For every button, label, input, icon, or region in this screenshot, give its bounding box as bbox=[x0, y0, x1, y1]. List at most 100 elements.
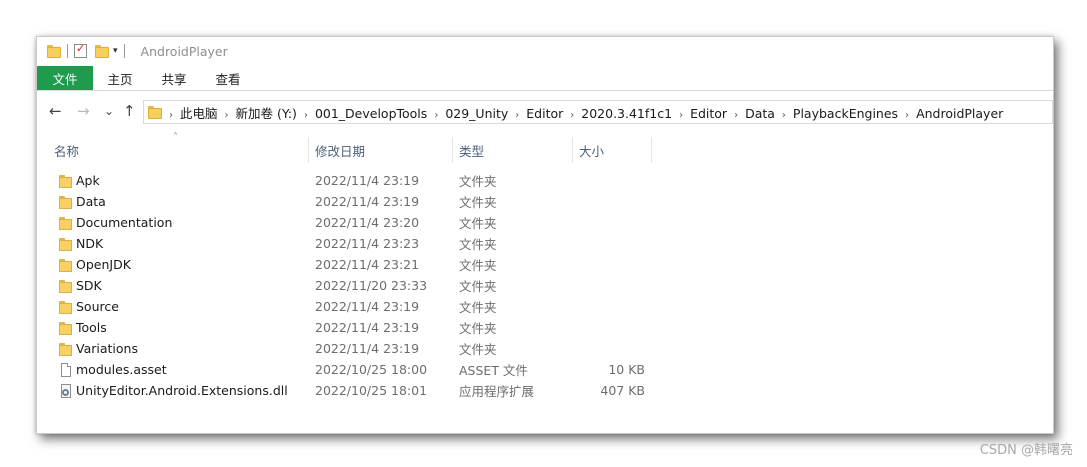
breadcrumb-chevron-icon[interactable]: › bbox=[225, 110, 229, 121]
tab-file[interactable]: 文件 bbox=[37, 66, 93, 90]
file-size bbox=[577, 212, 645, 233]
folder-icon bbox=[148, 105, 162, 119]
explorer-window: ▾ AndroidPlayer 文件 主页 共享 查看 ← → ⌄ ↑ › 此电脑… bbox=[36, 36, 1054, 434]
file-date: 2022/11/4 23:19 bbox=[315, 299, 420, 314]
file-name: modules.asset bbox=[76, 362, 167, 377]
tab-share[interactable]: 共享 bbox=[147, 66, 201, 90]
column-header: ˄ 名称 修改日期 类型 大小 bbox=[37, 132, 1053, 163]
folder-icon bbox=[47, 44, 61, 58]
column-divider[interactable] bbox=[572, 137, 573, 163]
breadcrumb-item[interactable]: PlaybackEngines bbox=[793, 106, 898, 121]
file-row[interactable]: Source 2022/11/4 23:19 文件夹 bbox=[37, 296, 1053, 317]
file-type: 文件夹 bbox=[459, 300, 497, 315]
file-row[interactable]: OpenJDK 2022/11/4 23:21 文件夹 bbox=[37, 254, 1053, 275]
breadcrumb-chevron-icon[interactable]: › bbox=[570, 110, 574, 121]
ribbon-tabs: 文件 主页 共享 查看 bbox=[37, 66, 1053, 90]
file-date: 2022/11/20 23:33 bbox=[315, 278, 428, 293]
file-date: 2022/11/4 23:20 bbox=[315, 215, 420, 230]
new-folder-icon[interactable] bbox=[95, 44, 109, 58]
breadcrumb-item[interactable]: 2020.3.41f1c1 bbox=[581, 106, 672, 121]
file-size bbox=[577, 191, 645, 212]
separator bbox=[123, 44, 125, 58]
folder-icon bbox=[58, 341, 74, 357]
file-row[interactable]: Data 2022/11/4 23:19 文件夹 bbox=[37, 191, 1053, 212]
folder-icon bbox=[58, 320, 74, 336]
breadcrumb-chevron-icon[interactable]: › bbox=[734, 110, 738, 121]
folder-icon bbox=[58, 215, 74, 231]
breadcrumb-chevron-icon[interactable]: › bbox=[782, 110, 786, 121]
file-row[interactable]: modules.asset 2022/10/25 18:00 ASSET 文件 10 … bbox=[37, 359, 1053, 380]
file-row[interactable]: UnityEditor.Android.Extensions.dll 2022/1… bbox=[37, 380, 1053, 401]
file-name: Data bbox=[76, 194, 106, 209]
file-name-cell: modules.asset bbox=[58, 359, 167, 380]
file-row[interactable]: SDK 2022/11/20 23:33 文件夹 bbox=[37, 275, 1053, 296]
column-size[interactable]: 大小 bbox=[579, 137, 649, 163]
tab-home[interactable]: 主页 bbox=[93, 66, 147, 90]
file-name-cell: Data bbox=[58, 191, 106, 212]
file-name: UnityEditor.Android.Extensions.dll bbox=[76, 383, 288, 398]
ribbon-divider bbox=[37, 90, 1053, 91]
file-name: Apk bbox=[76, 173, 100, 188]
file-name-cell: Apk bbox=[58, 170, 100, 191]
recent-locations-chevron-icon[interactable]: ⌄ bbox=[104, 104, 114, 118]
column-divider[interactable] bbox=[308, 137, 309, 163]
folder-icon bbox=[58, 278, 74, 294]
breadcrumb-chevron-icon[interactable]: › bbox=[434, 110, 438, 121]
file-name: Variations bbox=[76, 341, 138, 356]
file-type: 文件夹 bbox=[459, 174, 497, 189]
properties-icon[interactable] bbox=[74, 42, 87, 58]
breadcrumb-item[interactable]: AndroidPlayer bbox=[916, 106, 1003, 121]
file-date: 2022/11/4 23:19 bbox=[315, 341, 420, 356]
file-size: 407 KB bbox=[600, 383, 645, 398]
file-row[interactable]: Tools 2022/11/4 23:19 文件夹 bbox=[37, 317, 1053, 338]
file-name-cell: Source bbox=[58, 296, 119, 317]
up-arrow-icon[interactable]: ↑ bbox=[123, 102, 136, 120]
file-size bbox=[577, 338, 645, 359]
breadcrumb-chevron-icon[interactable]: › bbox=[304, 110, 308, 121]
file-name-cell: Variations bbox=[58, 338, 138, 359]
breadcrumb-item[interactable]: 新加卷 (Y:) bbox=[236, 106, 297, 121]
breadcrumb-chevron-icon[interactable]: › bbox=[515, 110, 519, 121]
folder-icon bbox=[58, 236, 74, 252]
customize-toolbar-dropdown-icon[interactable]: ▾ bbox=[113, 46, 118, 56]
breadcrumb-item[interactable]: Editor bbox=[690, 106, 727, 121]
file-name: SDK bbox=[76, 278, 102, 293]
window-title: AndroidPlayer bbox=[140, 43, 228, 59]
column-date-modified[interactable]: 修改日期 bbox=[315, 137, 451, 163]
address-bar[interactable]: › 此电脑 › 新加卷 (Y:) › 001_DevelopTools › 029_Unity… bbox=[143, 100, 1053, 124]
breadcrumb-chevron-icon[interactable]: › bbox=[905, 110, 909, 121]
file-name: OpenJDK bbox=[76, 257, 131, 272]
file-type: 文件夹 bbox=[459, 258, 497, 273]
file-row[interactable]: Variations 2022/11/4 23:19 文件夹 bbox=[37, 338, 1053, 359]
breadcrumb: › 此电脑 › 新加卷 (Y:) › 001_DevelopTools › 029_Unity… bbox=[162, 103, 1003, 122]
file-name: NDK bbox=[76, 236, 104, 251]
column-name[interactable]: 名称 bbox=[54, 137, 307, 163]
file-type: 文件夹 bbox=[459, 279, 497, 294]
file-name-cell: UnityEditor.Android.Extensions.dll bbox=[58, 380, 288, 401]
file-row[interactable]: NDK 2022/11/4 23:23 文件夹 bbox=[37, 233, 1053, 254]
file-size bbox=[577, 233, 645, 254]
watermark: CSDN @韩曙亮 bbox=[979, 443, 1073, 458]
breadcrumb-item[interactable]: 029_Unity bbox=[445, 106, 508, 121]
breadcrumb-item[interactable]: 此电脑 bbox=[180, 106, 218, 121]
file-size bbox=[577, 275, 645, 296]
breadcrumb-item[interactable]: 001_DevelopTools bbox=[315, 106, 427, 121]
tab-view[interactable]: 查看 bbox=[201, 66, 255, 90]
column-type[interactable]: 类型 bbox=[459, 137, 569, 163]
breadcrumb-item[interactable]: Data bbox=[745, 106, 775, 121]
breadcrumb-chevron-icon[interactable]: › bbox=[679, 110, 683, 121]
file-name-cell: Documentation bbox=[58, 212, 172, 233]
breadcrumb-item[interactable]: Editor bbox=[526, 106, 563, 121]
column-divider[interactable] bbox=[651, 137, 652, 163]
file-date: 2022/11/4 23:19 bbox=[315, 320, 420, 335]
forward-arrow-icon[interactable]: → bbox=[77, 102, 90, 120]
file-name: Source bbox=[76, 299, 119, 314]
file-row[interactable]: Apk 2022/11/4 23:19 文件夹 bbox=[37, 170, 1053, 191]
file-type: 应用程序扩展 bbox=[459, 384, 535, 399]
breadcrumb-chevron-icon[interactable]: › bbox=[169, 110, 173, 121]
file-row[interactable]: Documentation 2022/11/4 23:20 文件夹 bbox=[37, 212, 1053, 233]
back-arrow-icon[interactable]: ← bbox=[49, 102, 62, 120]
file-list: Apk 2022/11/4 23:19 文件夹 Data 2022/11/4 23:19… bbox=[37, 170, 1053, 401]
column-divider[interactable] bbox=[452, 137, 453, 163]
folder-icon bbox=[58, 299, 74, 315]
